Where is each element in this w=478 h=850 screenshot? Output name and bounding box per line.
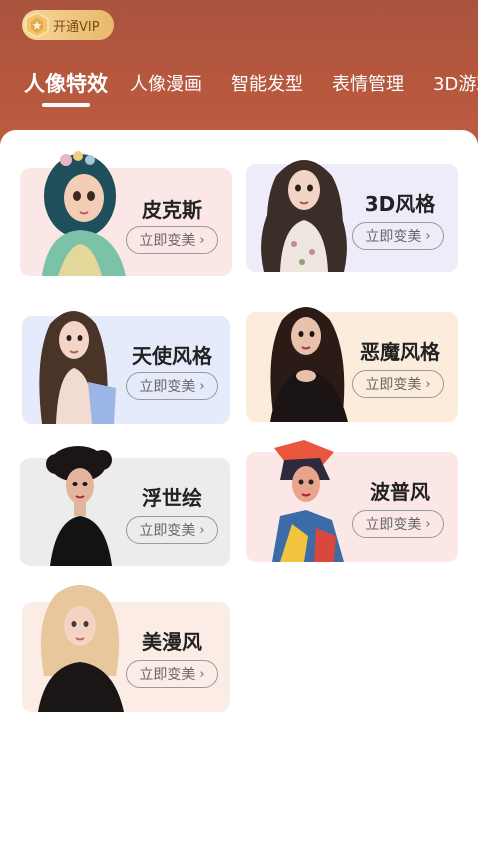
vip-label: 开通VIP (53, 19, 100, 35)
transform-button[interactable]: 立即变美 › (126, 516, 218, 544)
effect-card-pixar[interactable]: 皮克斯 立即变美 › (20, 151, 232, 276)
tab-smart-hairstyle[interactable]: 智能发型 (231, 70, 303, 96)
effect-card-pop[interactable]: 波普风 立即变美 › (246, 440, 458, 562)
chevron-right-icon: › (199, 232, 205, 248)
card-title: 浮世绘 (142, 486, 202, 510)
tab-3d-game[interactable]: 3D游戏 (433, 70, 478, 96)
transform-button[interactable]: 立即变美 › (126, 226, 218, 254)
tab-portrait-comics[interactable]: 人像漫画 (130, 70, 202, 96)
pop-art-portrait-image (272, 440, 344, 562)
transform-button[interactable]: 立即变美 › (352, 370, 444, 398)
chevron-right-icon: › (199, 666, 205, 682)
chevron-right-icon: › (425, 228, 431, 244)
transform-button[interactable]: 立即变美 › (352, 222, 444, 250)
card-title: 恶魔风格 (360, 340, 440, 364)
transform-button[interactable]: 立即变美 › (352, 510, 444, 538)
card-title: 皮克斯 (142, 198, 202, 222)
effect-card-ukiyoe[interactable]: 浮世绘 立即变美 › (20, 446, 230, 566)
tab-expression[interactable]: 表情管理 (332, 70, 404, 96)
active-tab-indicator (42, 103, 90, 107)
card-title: 波普风 (370, 480, 430, 504)
card-title: 3D风格 (364, 192, 436, 216)
effect-card-demon[interactable]: 恶魔风格 立即变美 › (246, 307, 458, 422)
chevron-right-icon: › (199, 522, 205, 538)
transform-button[interactable]: 立即变美 › (126, 660, 218, 688)
effect-card-american-comic[interactable]: 美漫风 立即变美 › (22, 585, 230, 712)
tab-portrait-effects[interactable]: 人像特效 (24, 68, 108, 98)
effect-card-angel[interactable]: 天使风格 立即变美 › (22, 311, 230, 424)
card-title: 美漫风 (142, 630, 202, 654)
vip-diamond-icon (23, 11, 51, 39)
vip-button[interactable]: 开通VIP (22, 10, 114, 40)
effect-card-3d[interactable]: 3D风格 立即变美 › (246, 160, 458, 272)
chevron-right-icon: › (425, 516, 431, 532)
angel-portrait-image (39, 311, 116, 424)
chevron-right-icon: › (199, 378, 205, 394)
effects-panel: 皮克斯 立即变美 › 3D风格 立即变美 › 天使风格 立即变美 › 恶魔风格 … (0, 130, 478, 850)
transform-button[interactable]: 立即变美 › (126, 372, 218, 400)
chevron-right-icon: › (425, 376, 431, 392)
card-title: 天使风格 (132, 344, 212, 368)
